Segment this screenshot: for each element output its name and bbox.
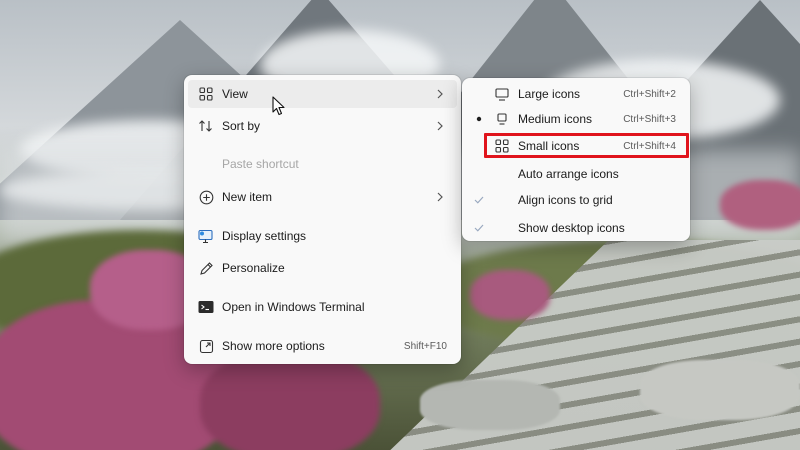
menu-item-view[interactable]: View — [188, 80, 457, 108]
menu-item-label: View — [222, 87, 248, 101]
new-item-plus-icon — [198, 189, 214, 205]
wallpaper-rock — [640, 360, 800, 420]
submenu-item-label: Medium icons — [518, 112, 593, 126]
view-grid-icon — [198, 86, 214, 102]
submenu-item-align-icons-to-grid[interactable]: Align icons to grid — [466, 186, 686, 214]
menu-item-new-item[interactable]: New item — [188, 183, 457, 211]
submenu-item-auto-arrange-icons[interactable]: Auto arrange icons — [466, 160, 686, 188]
medium-icons-icon — [494, 111, 510, 127]
keyboard-shortcut: Ctrl+Shift+2 — [623, 88, 676, 100]
terminal-icon — [198, 299, 214, 315]
wallpaper-heather — [200, 350, 380, 450]
selected-bullet-icon — [474, 113, 484, 125]
large-icons-icon — [494, 86, 510, 102]
menu-item-label: Display settings — [222, 229, 307, 243]
highlight-box-small-icons — [484, 133, 689, 158]
sort-icon — [198, 118, 214, 134]
submenu-item-label: Auto arrange icons — [518, 167, 619, 181]
wallpaper-heather — [470, 270, 550, 320]
chevron-right-icon — [435, 192, 445, 202]
wallpaper-rock — [420, 380, 560, 430]
menu-item-label: Sort by — [222, 119, 261, 133]
submenu-item-label: Align icons to grid — [518, 193, 613, 207]
chevron-right-icon — [435, 89, 445, 99]
menu-item-show-more-options[interactable]: Show more options Shift+F10 — [188, 332, 457, 360]
mouse-cursor-icon — [272, 96, 285, 116]
submenu-item-show-desktop-icons[interactable]: Show desktop icons — [466, 214, 686, 242]
menu-item-label: Paste shortcut — [222, 157, 299, 171]
display-settings-icon — [198, 228, 214, 244]
submenu-item-label: Show desktop icons — [518, 221, 625, 235]
more-options-icon — [198, 338, 214, 354]
menu-item-paste-shortcut: Paste shortcut — [188, 150, 457, 178]
submenu-item-label: Large icons — [518, 87, 581, 101]
desktop-context-menu: View Sort by Paste shortcut New item Dis… — [184, 75, 461, 364]
submenu-item-medium-icons[interactable]: Medium icons Ctrl+Shift+3 — [466, 105, 686, 133]
menu-item-label: Show more options — [222, 339, 325, 353]
checkmark-icon — [474, 194, 484, 206]
menu-item-display-settings[interactable]: Display settings — [188, 222, 457, 250]
keyboard-shortcut: Shift+F10 — [403, 340, 447, 352]
chevron-right-icon — [435, 121, 445, 131]
menu-item-label: Open in Windows Terminal — [222, 300, 365, 314]
menu-item-label: New item — [222, 190, 273, 204]
personalize-pen-icon — [198, 260, 214, 276]
menu-item-label: Personalize — [222, 261, 285, 275]
menu-item-open-in-windows-terminal[interactable]: Open in Windows Terminal — [188, 293, 457, 321]
checkmark-icon — [474, 222, 484, 234]
submenu-item-large-icons[interactable]: Large icons Ctrl+Shift+2 — [466, 80, 686, 108]
keyboard-shortcut: Ctrl+Shift+3 — [623, 113, 676, 125]
menu-item-sort-by[interactable]: Sort by — [188, 112, 457, 140]
view-submenu: Large icons Ctrl+Shift+2 Medium icons Ct… — [462, 78, 690, 241]
menu-item-personalize[interactable]: Personalize — [188, 254, 457, 282]
wallpaper-heather — [720, 180, 800, 230]
